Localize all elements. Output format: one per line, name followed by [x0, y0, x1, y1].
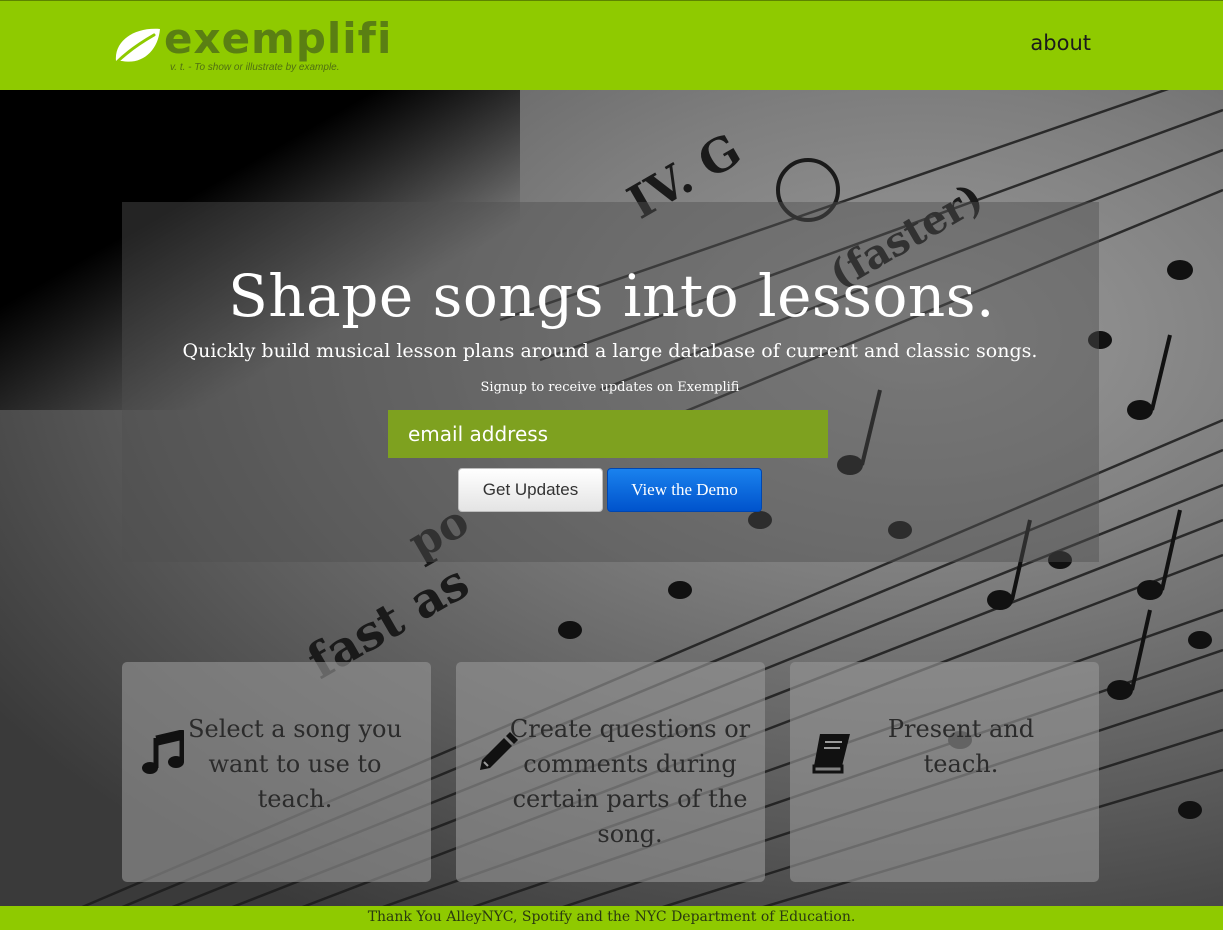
- leaf-icon: [114, 28, 160, 65]
- page: exemplifi v. t. - To show or illustrate …: [0, 0, 1223, 930]
- feature-text: Select a song you want to use to teach.: [188, 715, 402, 813]
- feature-card-present: Present and teach.: [790, 662, 1099, 882]
- hero-headline: Shape songs into lessons.: [228, 262, 995, 330]
- top-navbar: exemplifi v. t. - To show or illustrate …: [0, 0, 1223, 90]
- music-note-icon: [142, 730, 184, 774]
- feature-text: Present and teach.: [887, 715, 1035, 778]
- nav-link-about[interactable]: about: [1030, 31, 1091, 55]
- get-updates-button[interactable]: Get Updates: [458, 468, 603, 512]
- hero-subheadline: Quickly build musical lesson plans aroun…: [182, 340, 1038, 362]
- feature-text: Create questions or comments during cert…: [509, 715, 751, 848]
- feature-card-select-song: Select a song you want to use to teach.: [122, 662, 431, 882]
- footer-credits: Thank You AlleyNYC, Spotify and the NYC …: [0, 906, 1223, 930]
- view-demo-button[interactable]: View the Demo: [607, 468, 762, 512]
- brand-name: exemplifi: [164, 14, 393, 63]
- feature-card-create-questions: Create questions or comments during cert…: [456, 662, 765, 882]
- brand-tagline: v. t. - To show or illustrate by example…: [170, 62, 340, 73]
- brand-logo[interactable]: exemplifi v. t. - To show or illustrate …: [112, 15, 391, 77]
- email-input[interactable]: [388, 410, 828, 458]
- book-icon: [812, 734, 850, 774]
- signup-note: Signup to receive updates on Exemplifi: [480, 380, 740, 395]
